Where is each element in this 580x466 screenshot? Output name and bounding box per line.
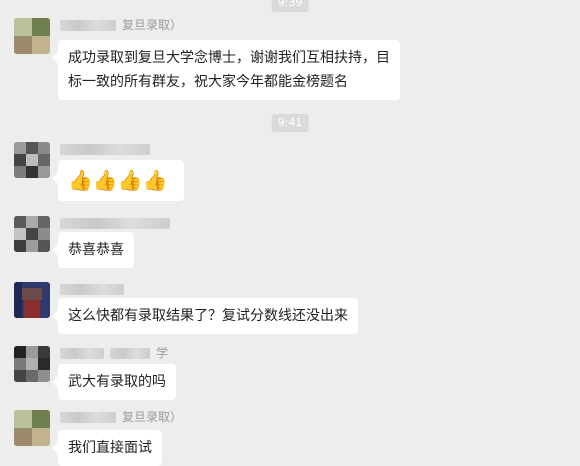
message-text: 武大有录取的吗: [68, 374, 166, 390]
message-text: 成功录取到复旦大学念博士，谢谢我们互相扶持，目: [68, 50, 390, 66]
avatar[interactable]: [14, 142, 50, 178]
sender-name: [60, 281, 130, 297]
avatar[interactable]: [14, 346, 50, 382]
message-text: 我们直接面试: [68, 440, 152, 456]
message-bubble[interactable]: 这么快都有录取结果了？复试分数线还没出来: [52, 298, 358, 334]
message-bubble[interactable]: 成功录取到复旦大学念博士，谢谢我们互相扶持，目 标一致的所有群友，祝大家今年都能…: [52, 40, 400, 100]
message-bubble[interactable]: 👍👍👍👍: [52, 160, 184, 201]
message-text: 标一致的所有群友，祝大家今年都能金榜题名: [68, 74, 348, 90]
thumbs-up-icon: 👍👍👍👍: [68, 168, 168, 192]
chat-window: 9:39 复旦录取） 成功录取到复旦大学念博士，谢谢我们互相扶持，目 标一致的所…: [0, 0, 580, 466]
sender-name: 复旦录取）: [60, 17, 182, 33]
avatar[interactable]: [14, 410, 50, 446]
timestamp: 9:39: [271, 0, 309, 12]
timestamp: 9:41: [271, 114, 309, 132]
avatar[interactable]: [14, 216, 50, 252]
sender-name: 学: [60, 345, 168, 361]
message-text: 这么快都有录取结果了？复试分数线还没出来: [68, 308, 348, 324]
message-bubble[interactable]: 武大有录取的吗: [52, 364, 176, 400]
message-bubble[interactable]: 恭喜恭喜: [52, 232, 134, 268]
avatar[interactable]: [14, 282, 50, 318]
sender-name: [60, 141, 156, 157]
sender-name: [60, 215, 176, 231]
avatar[interactable]: [14, 18, 50, 54]
sender-name: 复旦录取）: [60, 409, 182, 425]
message-text: 恭喜恭喜: [68, 242, 124, 258]
